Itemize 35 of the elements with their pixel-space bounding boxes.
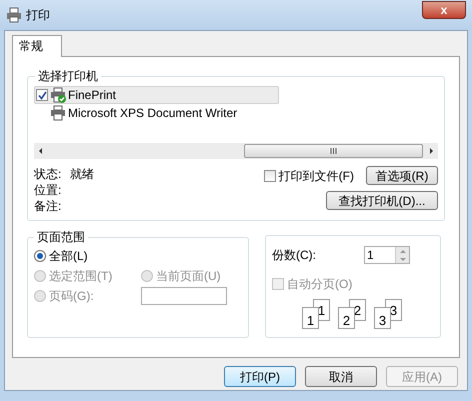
close-button[interactable]: x [422,1,466,19]
page-number: 1 [302,307,319,329]
tab[interactable]: 常规 [12,35,62,57]
preferences-button[interactable]: 首选项(R) [366,166,438,185]
field-label: 状态: [34,166,62,182]
printer-item[interactable]: Microsoft XPS Document Writer [34,104,279,122]
dialog-button[interactable]: 取消 [305,366,377,387]
copies-spinner[interactable]: 1 [364,246,410,264]
radio-button[interactable]: 全部(L) [34,246,242,266]
copies-label: 份数(C): [272,247,317,264]
horizontal-scrollbar[interactable] [34,143,438,159]
printer-name: Microsoft XPS Document Writer [68,105,238,122]
printer-item[interactable]: FinePrint [34,86,279,104]
group-title: 页面范围 [36,229,86,246]
checkbox[interactable] [36,89,48,101]
dialog-button[interactable]: 打印(P) [224,366,296,387]
scroll-right-icon[interactable] [430,148,433,154]
copies-value: 1 [366,247,375,263]
field-value: 就绪 [70,166,94,182]
grip-icon [330,148,337,154]
page-numbers-field[interactable] [141,287,227,305]
find-printer-button[interactable]: 查找打印机(D)... [326,191,438,210]
group-title: 选择打印机 [37,68,99,85]
scroll-left-icon[interactable] [39,148,42,154]
printer-list[interactable]: FinePrint Microsoft XPS Document Writer [34,85,438,143]
page-number: 2 [338,307,355,329]
field-label: 备注: [34,198,62,214]
window-title: 打印 [26,7,50,24]
scrollbar-thumb[interactable] [244,144,423,158]
printer-icon [6,7,22,23]
page-number: 3 [374,307,391,329]
spin-arrows-icon[interactable] [395,247,409,263]
field-label: 位置: [34,182,62,198]
print-to-file-checkbox[interactable]: 打印到文件(F) [264,166,354,184]
printer-name: FinePrint [68,87,116,104]
